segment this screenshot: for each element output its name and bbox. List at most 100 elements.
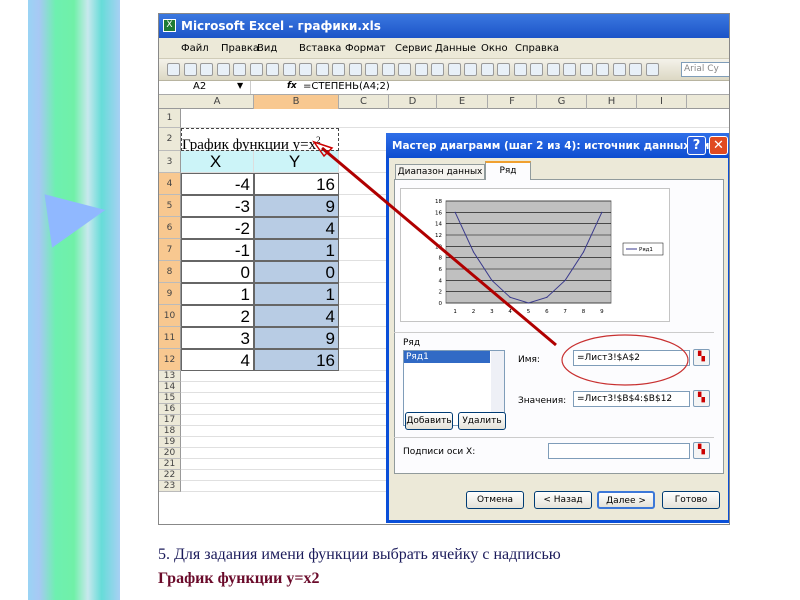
toolbar-button-icon[interactable]	[249, 63, 263, 76]
row-header[interactable]: 4	[159, 173, 181, 195]
row-header[interactable]: 17	[159, 415, 181, 426]
menu-item[interactable]: Сервис	[395, 43, 432, 54]
column-header[interactable]: F	[488, 95, 537, 109]
y-value-cell[interactable]: 9	[254, 195, 339, 217]
help-icon[interactable]: ?	[687, 136, 706, 155]
x-value-cell[interactable]: -1	[181, 239, 254, 261]
toolbar-button-icon[interactable]	[612, 63, 626, 76]
column-header[interactable]: G	[537, 95, 587, 109]
y-value-cell[interactable]: 0	[254, 261, 339, 283]
collapse-range-icon[interactable]: ▚	[693, 349, 710, 366]
row-header[interactable]: 19	[159, 437, 181, 448]
column-header[interactable]: B	[254, 95, 339, 109]
row-header[interactable]: 2	[159, 128, 181, 151]
tab-data-range[interactable]: Диапазон данных	[395, 164, 485, 180]
toolbar-button-icon[interactable]	[431, 63, 444, 76]
column-header[interactable]: C	[339, 95, 389, 109]
menu-item[interactable]: Вид	[257, 43, 277, 54]
toolbar-button-icon[interactable]	[530, 63, 543, 76]
row-header[interactable]: 16	[159, 404, 181, 415]
toolbar-button-icon[interactable]	[216, 63, 230, 76]
column-header[interactable]: E	[437, 95, 488, 109]
y-value-cell[interactable]: 16	[254, 173, 339, 195]
toolbar-button-icon[interactable]	[579, 63, 593, 76]
toolbar-button-icon[interactable]	[233, 63, 246, 76]
menu-item[interactable]: Справка	[515, 43, 559, 54]
row-header[interactable]: 7	[159, 239, 181, 261]
tab-series[interactable]: Ряд	[485, 161, 531, 180]
toolbar-button-icon[interactable]	[332, 63, 345, 76]
close-icon[interactable]: ✕	[709, 136, 728, 155]
menu-item[interactable]: Вставка	[299, 43, 341, 54]
row-header[interactable]: 12	[159, 349, 181, 371]
x-value-cell[interactable]: 3	[181, 327, 254, 349]
toolbar-button-icon[interactable]	[348, 63, 362, 76]
title-cell[interactable]: График функции y=x2	[181, 128, 339, 153]
x-value-cell[interactable]: 1	[181, 283, 254, 305]
row-header[interactable]: 3	[159, 151, 181, 173]
y-value-cell[interactable]: 4	[254, 217, 339, 239]
toolbar-button-icon[interactable]	[365, 63, 378, 76]
x-value-cell[interactable]: -3	[181, 195, 254, 217]
name-box-dropdown-icon[interactable]: ▼	[237, 81, 243, 90]
toolbar-button-icon[interactable]	[563, 63, 576, 76]
collapse-range-icon[interactable]: ▚	[693, 390, 710, 407]
row-header[interactable]: 15	[159, 393, 181, 404]
row-header[interactable]: 23	[159, 481, 181, 492]
y-value-cell[interactable]: 1	[254, 239, 339, 261]
toolbar-button-icon[interactable]	[414, 63, 428, 76]
toolbar-button-icon[interactable]	[629, 63, 642, 76]
back-button[interactable]: < Назад	[534, 491, 592, 509]
x-value-cell[interactable]: -4	[181, 173, 254, 195]
header-y-cell[interactable]: Y	[254, 151, 339, 173]
toolbar-button-icon[interactable]	[266, 63, 279, 76]
toolbar-button-icon[interactable]	[299, 63, 312, 76]
column-header[interactable]: H	[587, 95, 637, 109]
toolbar-button-icon[interactable]	[497, 63, 510, 76]
toolbar-button-icon[interactable]	[282, 63, 296, 76]
x-labels-input[interactable]	[548, 443, 690, 459]
name-input[interactable]: =Лист3!$A$2	[573, 350, 690, 366]
row-header[interactable]: 13	[159, 371, 181, 382]
y-value-cell[interactable]: 1	[254, 283, 339, 305]
x-value-cell[interactable]: 2	[181, 305, 254, 327]
toolbar-button-icon[interactable]	[447, 63, 461, 76]
row-header[interactable]: 14	[159, 382, 181, 393]
row-header[interactable]: 21	[159, 459, 181, 470]
row-header[interactable]: 18	[159, 426, 181, 437]
menu-item[interactable]: Формат	[345, 43, 386, 54]
font-select[interactable]: Arial Cy	[681, 62, 729, 77]
toolbar-button-icon[interactable]	[645, 63, 659, 76]
formula-input[interactable]: =СТЕПЕНЬ(A4;2)	[303, 81, 390, 92]
toolbar-button-icon[interactable]	[398, 63, 411, 76]
row-header[interactable]: 5	[159, 195, 181, 217]
values-input[interactable]: =Лист3!$B$4:$B$12	[573, 391, 690, 407]
toolbar-button-icon[interactable]	[315, 63, 329, 76]
row-header[interactable]: 6	[159, 217, 181, 239]
y-value-cell[interactable]: 16	[254, 349, 339, 371]
x-value-cell[interactable]: 4	[181, 349, 254, 371]
menu-item[interactable]: Файл	[181, 43, 209, 54]
row-header[interactable]: 22	[159, 470, 181, 481]
x-value-cell[interactable]: 0	[181, 261, 254, 283]
toolbar-button-icon[interactable]	[596, 63, 609, 76]
column-header[interactable]: A	[181, 95, 254, 109]
menu-item[interactable]: Правка	[221, 43, 259, 54]
fx-icon[interactable]: fx	[287, 81, 297, 91]
header-x-cell[interactable]: X	[181, 151, 254, 173]
y-value-cell[interactable]: 4	[254, 305, 339, 327]
x-value-cell[interactable]: -2	[181, 217, 254, 239]
y-value-cell[interactable]: 9	[254, 327, 339, 349]
row-header[interactable]: 1	[159, 109, 181, 128]
column-header[interactable]: D	[389, 95, 437, 109]
add-series-button[interactable]: Добавить	[405, 412, 453, 430]
series-list-item[interactable]: Ряд1	[404, 351, 490, 363]
menu-item[interactable]: Окно	[481, 43, 508, 54]
column-header[interactable]: I	[637, 95, 687, 109]
remove-series-button[interactable]: Удалить	[458, 412, 506, 430]
row-header[interactable]: 9	[159, 283, 181, 305]
toolbar-button-icon[interactable]	[464, 63, 477, 76]
toolbar-button-icon[interactable]	[513, 63, 527, 76]
toolbar-button-icon[interactable]	[480, 63, 494, 76]
cancel-button[interactable]: Отмена	[466, 491, 524, 509]
